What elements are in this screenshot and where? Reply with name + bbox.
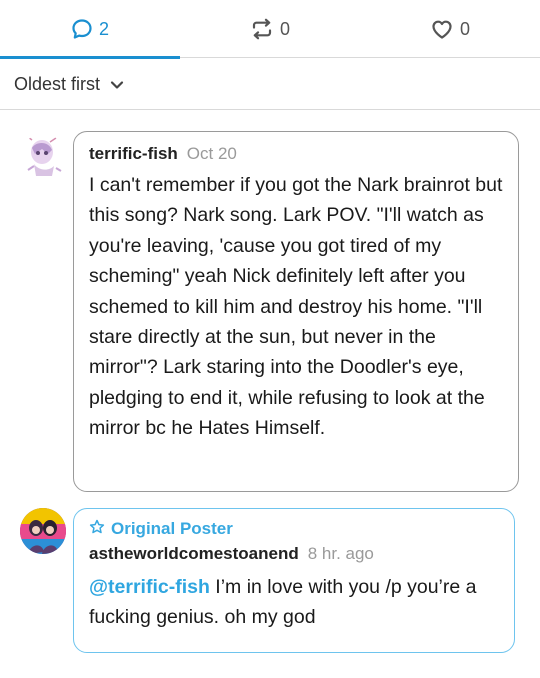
- likes-count: 0: [459, 18, 470, 39]
- tab-replies[interactable]: 2: [0, 0, 180, 59]
- tab-likes[interactable]: 0: [360, 0, 540, 58]
- star-icon: [89, 519, 105, 540]
- tab-reblogs[interactable]: 0: [180, 0, 360, 58]
- comment-meta: astheworldcomestoanend 8 hr. ago: [89, 544, 500, 564]
- avatar[interactable]: [20, 134, 66, 180]
- speech-bubble-icon: [71, 18, 93, 40]
- avatar[interactable]: [20, 508, 66, 554]
- comment-text: I can't remember if you got the Nark bra…: [89, 174, 503, 440]
- comment-meta: terrific-fish Oct 20: [89, 144, 504, 164]
- reblog-icon: [250, 18, 274, 40]
- comment-card: terrific-fish Oct 20 I can't remember if…: [73, 131, 519, 492]
- comment-card-op: Original Poster astheworldcomestoanend 8…: [73, 508, 515, 653]
- chevron-down-icon: [110, 74, 124, 95]
- sort-label: Oldest first: [14, 73, 101, 94]
- username-link[interactable]: astheworldcomestoanend: [89, 544, 299, 564]
- activity-tabs: 2 0 0: [0, 0, 540, 59]
- replies-count: 2: [98, 18, 109, 39]
- sort-dropdown[interactable]: Oldest first: [14, 60, 124, 108]
- original-poster-badge: Original Poster: [89, 518, 500, 540]
- divider: [0, 109, 540, 110]
- mention-link[interactable]: @terrific-fish: [89, 576, 210, 598]
- comment-date: Oct 20: [186, 144, 237, 163]
- heart-icon: [430, 18, 454, 40]
- username-link[interactable]: terrific-fish: [89, 144, 178, 164]
- badge-label: Original Poster: [111, 519, 233, 538]
- active-tab-indicator: [0, 56, 180, 59]
- comment-date: 8 hr. ago: [307, 544, 374, 563]
- comment-text: @terrific-fish I’m in love with you /p y…: [89, 572, 500, 633]
- reblogs-count: 0: [279, 18, 290, 39]
